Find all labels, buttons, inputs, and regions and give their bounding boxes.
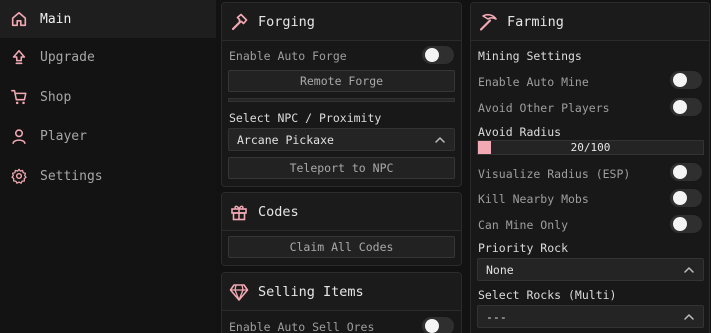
avoid-players-toggle[interactable]	[670, 98, 702, 116]
npc-dropdown[interactable]: Arcane Pickaxe	[228, 128, 455, 151]
sidebar-item-label: Main	[40, 11, 72, 27]
visualize-radius-toggle[interactable]	[670, 163, 702, 181]
sidebar-item-shop[interactable]: Shop	[0, 78, 216, 116]
enable-auto-mine-label: Enable Auto Mine	[478, 75, 589, 89]
visualize-radius-label: Visualize Radius (ESP)	[478, 167, 631, 181]
sidebar-item-player[interactable]: Player	[0, 117, 216, 155]
forging-divider	[228, 98, 455, 102]
toggle-knob	[425, 48, 439, 62]
avoid-players-label: Avoid Other Players	[478, 101, 610, 115]
toggle-knob	[673, 217, 687, 231]
select-rocks-value: ---	[486, 309, 507, 324]
codes-panel: Codes Claim All Codes	[221, 192, 462, 266]
selling-panel: Selling Items Enable Auto Sell Ores	[221, 272, 462, 333]
farming-panel: Farming Mining Settings Enable Auto Mine…	[470, 2, 710, 333]
codes-header: Codes	[222, 193, 461, 231]
kill-mobs-label: Kill Nearby Mobs	[478, 192, 589, 206]
chevron-up-icon	[434, 134, 446, 146]
gift-icon	[228, 201, 250, 223]
slider-value-text: 20/100	[570, 141, 611, 154]
priority-rock-value: None	[486, 262, 514, 277]
select-rocks-dropdown[interactable]: ---	[477, 305, 704, 328]
hammer-icon	[228, 11, 250, 33]
forging-panel: Forging Enable Auto Forge Remote Forge S…	[221, 2, 462, 187]
selling-header: Selling Items	[222, 273, 461, 311]
avoid-radius-label: Avoid Radius	[478, 125, 562, 139]
chevron-up-icon	[683, 311, 695, 323]
kill-mobs-toggle[interactable]	[670, 189, 702, 207]
toggle-knob	[673, 100, 687, 114]
can-mine-only-label: Can Mine Only	[478, 218, 569, 232]
toggle-knob	[673, 191, 687, 205]
farming-header: Farming	[471, 3, 709, 41]
farming-title: Farming	[507, 13, 564, 30]
enable-auto-sell-label: Enable Auto Sell Ores	[229, 320, 375, 333]
sidebar-item-settings[interactable]: Settings	[0, 157, 216, 195]
gem-icon	[228, 281, 250, 303]
npc-dropdown-value: Arcane Pickaxe	[237, 132, 334, 147]
can-mine-only-toggle[interactable]	[670, 215, 702, 233]
priority-rock-dropdown[interactable]: None	[477, 258, 704, 281]
cart-icon	[10, 88, 28, 106]
gear-icon	[10, 167, 28, 185]
avoid-radius-slider[interactable]: 20/100	[477, 140, 704, 155]
forging-header: Forging	[222, 3, 461, 41]
teleport-npc-button[interactable]: Teleport to NPC	[228, 157, 455, 179]
sidebar-item-label: Player	[40, 128, 87, 144]
forging-title: Forging	[258, 13, 315, 30]
upgrade-arrow-icon	[10, 48, 28, 66]
enable-auto-sell-toggle[interactable]	[422, 317, 454, 333]
enable-auto-forge-toggle[interactable]	[422, 46, 454, 64]
sidebar: Main Upgrade Shop Player Settings	[0, 0, 216, 333]
toggle-knob	[673, 165, 687, 179]
selling-title: Selling Items	[258, 283, 364, 300]
sidebar-item-main[interactable]: Main	[0, 0, 216, 38]
toggle-knob	[425, 319, 439, 333]
remote-forge-button[interactable]: Remote Forge	[228, 70, 455, 92]
sidebar-item-label: Upgrade	[40, 49, 95, 65]
user-icon	[10, 127, 28, 145]
sidebar-item-label: Shop	[40, 89, 72, 105]
enable-auto-mine-toggle[interactable]	[670, 71, 702, 89]
codes-title: Codes	[258, 203, 299, 220]
claim-codes-button[interactable]: Claim All Codes	[228, 236, 455, 258]
sidebar-item-label: Settings	[40, 168, 103, 184]
mining-settings-label: Mining Settings	[478, 49, 582, 63]
pickaxe-icon	[477, 11, 499, 33]
toggle-knob	[673, 73, 687, 87]
select-npc-label: Select NPC / Proximity	[229, 111, 382, 125]
home-icon	[10, 10, 28, 28]
priority-rock-label: Priority Rock	[478, 241, 569, 255]
chevron-up-icon	[683, 264, 695, 276]
select-rocks-label: Select Rocks (Multi)	[478, 288, 617, 302]
sidebar-item-upgrade[interactable]: Upgrade	[0, 38, 216, 76]
enable-auto-forge-label: Enable Auto Forge	[229, 49, 347, 63]
